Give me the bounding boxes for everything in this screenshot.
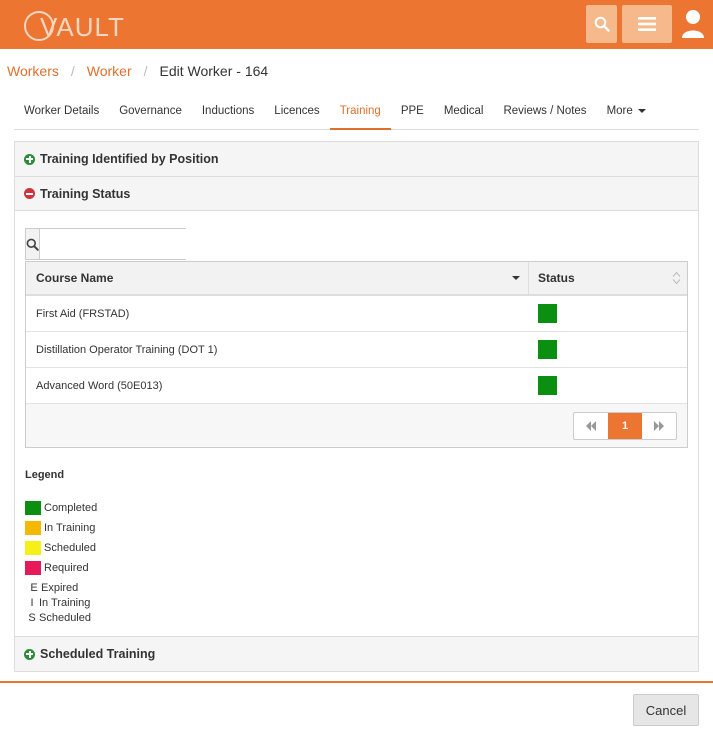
search-icon xyxy=(26,229,40,259)
tab-bar: Worker Details Governance Inductions Lic… xyxy=(14,92,699,130)
status-cell xyxy=(529,376,687,395)
top-bar: VAULT xyxy=(0,0,713,49)
breadcrumb: Workers / Worker / Edit Worker - 164 xyxy=(7,63,268,79)
table-row[interactable]: Advanced Word (50E013) xyxy=(26,368,687,404)
expand-plus-icon xyxy=(24,648,35,660)
panel-title: Scheduled Training xyxy=(40,647,156,661)
tab-training[interactable]: Training xyxy=(329,92,391,130)
tab-more[interactable]: More xyxy=(597,92,656,130)
double-chevron-right-icon xyxy=(654,421,664,431)
user-button[interactable] xyxy=(680,8,706,40)
legend-swatch xyxy=(25,521,41,535)
course-name-cell: Distillation Operator Training (DOT 1) xyxy=(36,343,218,356)
legend-title: Legend xyxy=(25,469,65,481)
tab-worker-details[interactable]: Worker Details xyxy=(14,92,109,130)
hamburger-menu-icon xyxy=(638,17,656,31)
column-header-status[interactable]: Status xyxy=(529,262,687,294)
caret-down-icon xyxy=(637,108,646,113)
course-name-cell: Advanced Word (50E013) xyxy=(36,379,163,392)
status-cell xyxy=(529,340,687,359)
legend-label: Scheduled xyxy=(44,542,96,554)
legend-scheduled: Scheduled xyxy=(25,541,96,555)
training-status-header[interactable]: Training Status xyxy=(15,177,698,211)
legend-code-label: Expired xyxy=(41,582,79,594)
legend-code-in-training: I In Training xyxy=(27,597,90,609)
sort-icon xyxy=(672,271,681,285)
status-completed-swatch xyxy=(538,304,557,323)
footer-divider xyxy=(0,681,713,683)
panel-title: Training Status xyxy=(40,186,131,201)
page-number-button[interactable]: 1 xyxy=(608,413,642,439)
legend-swatch xyxy=(25,541,41,555)
search-button[interactable] xyxy=(586,5,617,43)
scheduled-training-header[interactable]: Scheduled Training xyxy=(15,637,698,671)
grid-header: Course Name Status xyxy=(26,262,687,296)
legend-completed: Completed xyxy=(25,501,97,515)
tab-licences[interactable]: Licences xyxy=(264,92,329,130)
legend-code-expired: E Expired xyxy=(29,582,78,594)
tab-reviews-notes[interactable]: Reviews / Notes xyxy=(493,92,596,130)
tab-ppe[interactable]: PPE xyxy=(391,92,434,130)
collapse-minus-icon xyxy=(24,188,35,199)
status-completed-swatch xyxy=(538,376,557,395)
legend-code-label: In Training xyxy=(39,597,91,609)
legend-code-letter: S xyxy=(28,612,36,624)
status-completed-swatch xyxy=(538,340,557,359)
breadcrumb-separator: / xyxy=(143,63,148,79)
panel-title: Training Identified by Position xyxy=(40,152,219,166)
table-row[interactable]: First Aid (FRSTAD) xyxy=(26,296,687,332)
breadcrumb-workers[interactable]: Workers xyxy=(7,63,59,79)
user-icon xyxy=(682,10,704,38)
column-header-course-name[interactable]: Course Name xyxy=(26,262,529,294)
legend-code-letter: E xyxy=(30,582,38,594)
scheduled-training-panel: Scheduled Training xyxy=(14,636,699,672)
breadcrumb-separator: / xyxy=(70,63,75,79)
legend-swatch xyxy=(25,501,41,515)
tab-governance[interactable]: Governance xyxy=(109,92,192,130)
legend-code-letter: I xyxy=(30,597,34,609)
vault-logo[interactable]: VAULT xyxy=(12,6,124,44)
last-page-button[interactable] xyxy=(642,413,676,439)
training-identified-header[interactable]: Training Identified by Position xyxy=(15,142,698,176)
search-input[interactable] xyxy=(40,229,205,259)
legend-swatch xyxy=(25,561,41,575)
status-cell xyxy=(529,304,687,323)
sort-desc-icon xyxy=(512,276,520,280)
pagination: 1 xyxy=(573,412,677,440)
legend-required: Required xyxy=(25,561,89,575)
search-icon xyxy=(594,16,610,32)
legend-label: Completed xyxy=(44,502,98,514)
legend-label: In Training xyxy=(44,522,96,534)
cancel-button[interactable]: Cancel xyxy=(633,694,699,726)
course-name-cell: First Aid (FRSTAD) xyxy=(36,307,130,320)
legend-in-training: In Training xyxy=(25,521,95,535)
expand-plus-icon xyxy=(24,153,35,165)
table-row[interactable]: Distillation Operator Training (DOT 1) xyxy=(26,332,687,368)
column-header-label: Status xyxy=(538,271,575,285)
logo-text: VAULT xyxy=(40,12,125,42)
tab-inductions[interactable]: Inductions xyxy=(192,92,264,130)
tab-more-label: More xyxy=(606,105,633,117)
training-identified-panel: Training Identified by Position xyxy=(14,141,699,177)
menu-button[interactable] xyxy=(622,5,672,43)
legend-code-label: Scheduled xyxy=(39,612,91,624)
breadcrumb-current: Edit Worker - 164 xyxy=(159,63,269,79)
first-page-button[interactable] xyxy=(574,413,608,439)
legend-code-scheduled: S Scheduled xyxy=(27,612,91,624)
grid-search xyxy=(25,228,205,260)
breadcrumb-worker[interactable]: Worker xyxy=(87,63,132,79)
tab-medical[interactable]: Medical xyxy=(434,92,494,130)
double-chevron-left-icon xyxy=(586,421,596,431)
legend-label: Required xyxy=(44,562,89,574)
training-grid: Course Name Status First Aid (FRSTAD) Di… xyxy=(25,261,688,448)
column-header-label: Course Name xyxy=(36,271,114,285)
